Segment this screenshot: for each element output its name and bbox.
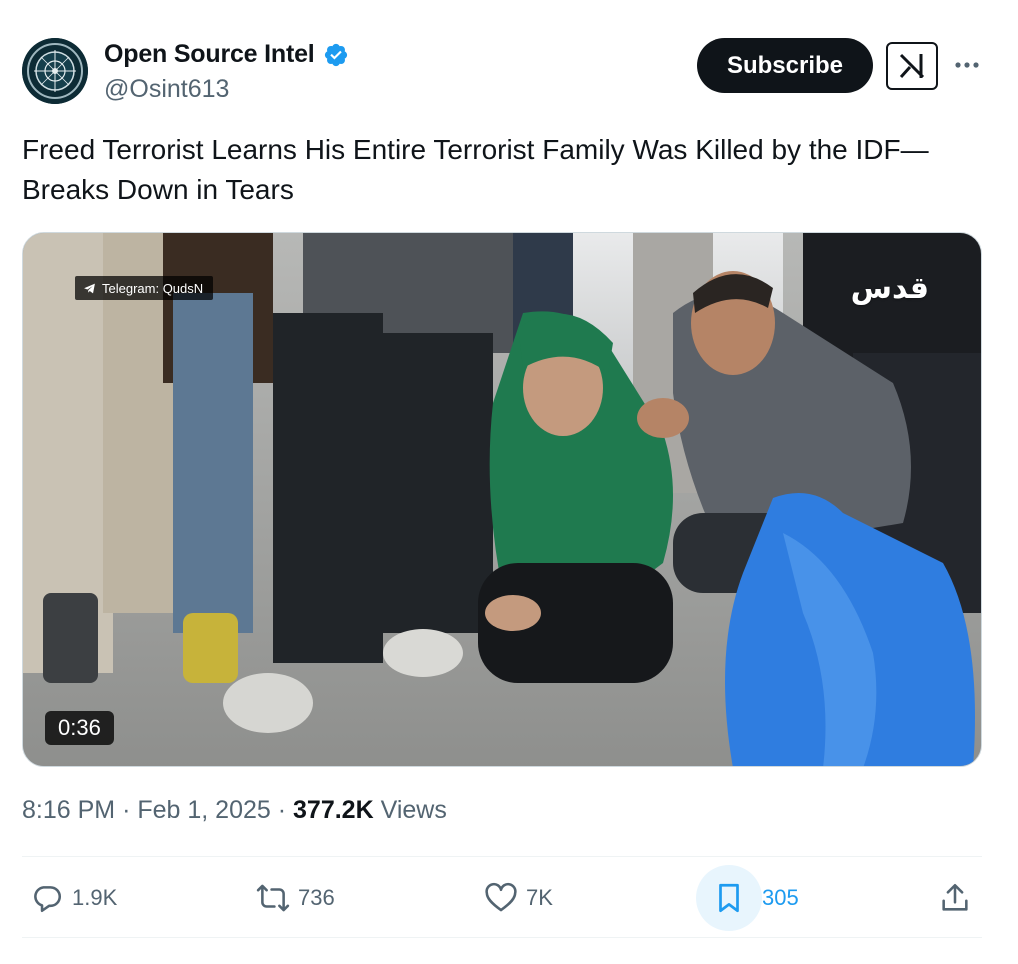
name-row: Open Source Intel <box>104 40 349 69</box>
tweet-text-line: Freed Terrorist Learns His Entire Terror… <box>22 134 929 165</box>
subscribe-button[interactable]: Subscribe <box>697 38 873 93</box>
grok-icon <box>899 53 925 79</box>
tweet-text: Freed Terrorist Learns His Entire Terror… <box>22 130 982 210</box>
reply-icon <box>34 886 62 913</box>
views-label: Views <box>380 796 447 824</box>
share-button[interactable] <box>938 864 972 932</box>
repost-icon <box>256 884 290 912</box>
telegram-plane-icon <box>84 283 95 293</box>
meta-separator: · <box>277 796 287 824</box>
more-options-button[interactable] <box>952 50 982 80</box>
author-display-name[interactable]: Open Source Intel <box>104 40 315 69</box>
share-icon <box>942 883 968 911</box>
tweet-header: Open Source Intel @Osint613 Subscribe <box>22 38 982 106</box>
tweet-text-line: Breaks Down in Tears <box>22 174 294 205</box>
reply-count: 1.9K <box>72 885 118 910</box>
telegram-watermark-label: Telegram: QudsN <box>102 280 204 296</box>
video-player[interactable]: Telegram: QudsN قدس 0:36 <box>22 232 982 767</box>
heart-icon <box>485 882 517 912</box>
views-count: 377.2K <box>293 796 374 824</box>
meta-separator: · <box>122 796 131 824</box>
author-identity[interactable]: Open Source Intel @Osint613 <box>104 40 349 104</box>
bookmark-button[interactable]: 305 <box>696 864 799 932</box>
like-button[interactable]: 7K <box>484 864 553 932</box>
repost-count: 736 <box>298 885 335 910</box>
divider <box>22 856 982 857</box>
action-bar: 1.9K 736 7K 305 <box>22 864 982 932</box>
author-handle[interactable]: @Osint613 <box>104 75 349 104</box>
bookmark-count: 305 <box>762 885 799 910</box>
more-dots-icon <box>955 62 979 68</box>
bookmark-highlight <box>696 865 762 931</box>
tweet-meta: 8:16 PM · Feb 1, 2025 · 377.2K Views <box>22 796 447 825</box>
like-count: 7K <box>526 885 553 910</box>
reply-button[interactable]: 1.9K <box>30 864 117 932</box>
tweet-date[interactable]: Feb 1, 2025 <box>137 796 270 824</box>
osint-logo-icon <box>22 38 88 104</box>
verified-badge-icon[interactable] <box>323 42 349 68</box>
video-frame <box>23 233 981 766</box>
channel-logo: قدس <box>850 271 929 306</box>
telegram-watermark: Telegram: QudsN <box>75 276 214 300</box>
video-duration: 0:36 <box>45 711 114 745</box>
divider <box>22 937 982 938</box>
tweet-time[interactable]: 8:16 PM <box>22 796 115 824</box>
grok-button[interactable] <box>886 42 938 90</box>
repost-button[interactable]: 736 <box>256 864 335 932</box>
bookmark-icon <box>719 883 739 913</box>
avatar[interactable] <box>22 38 88 104</box>
